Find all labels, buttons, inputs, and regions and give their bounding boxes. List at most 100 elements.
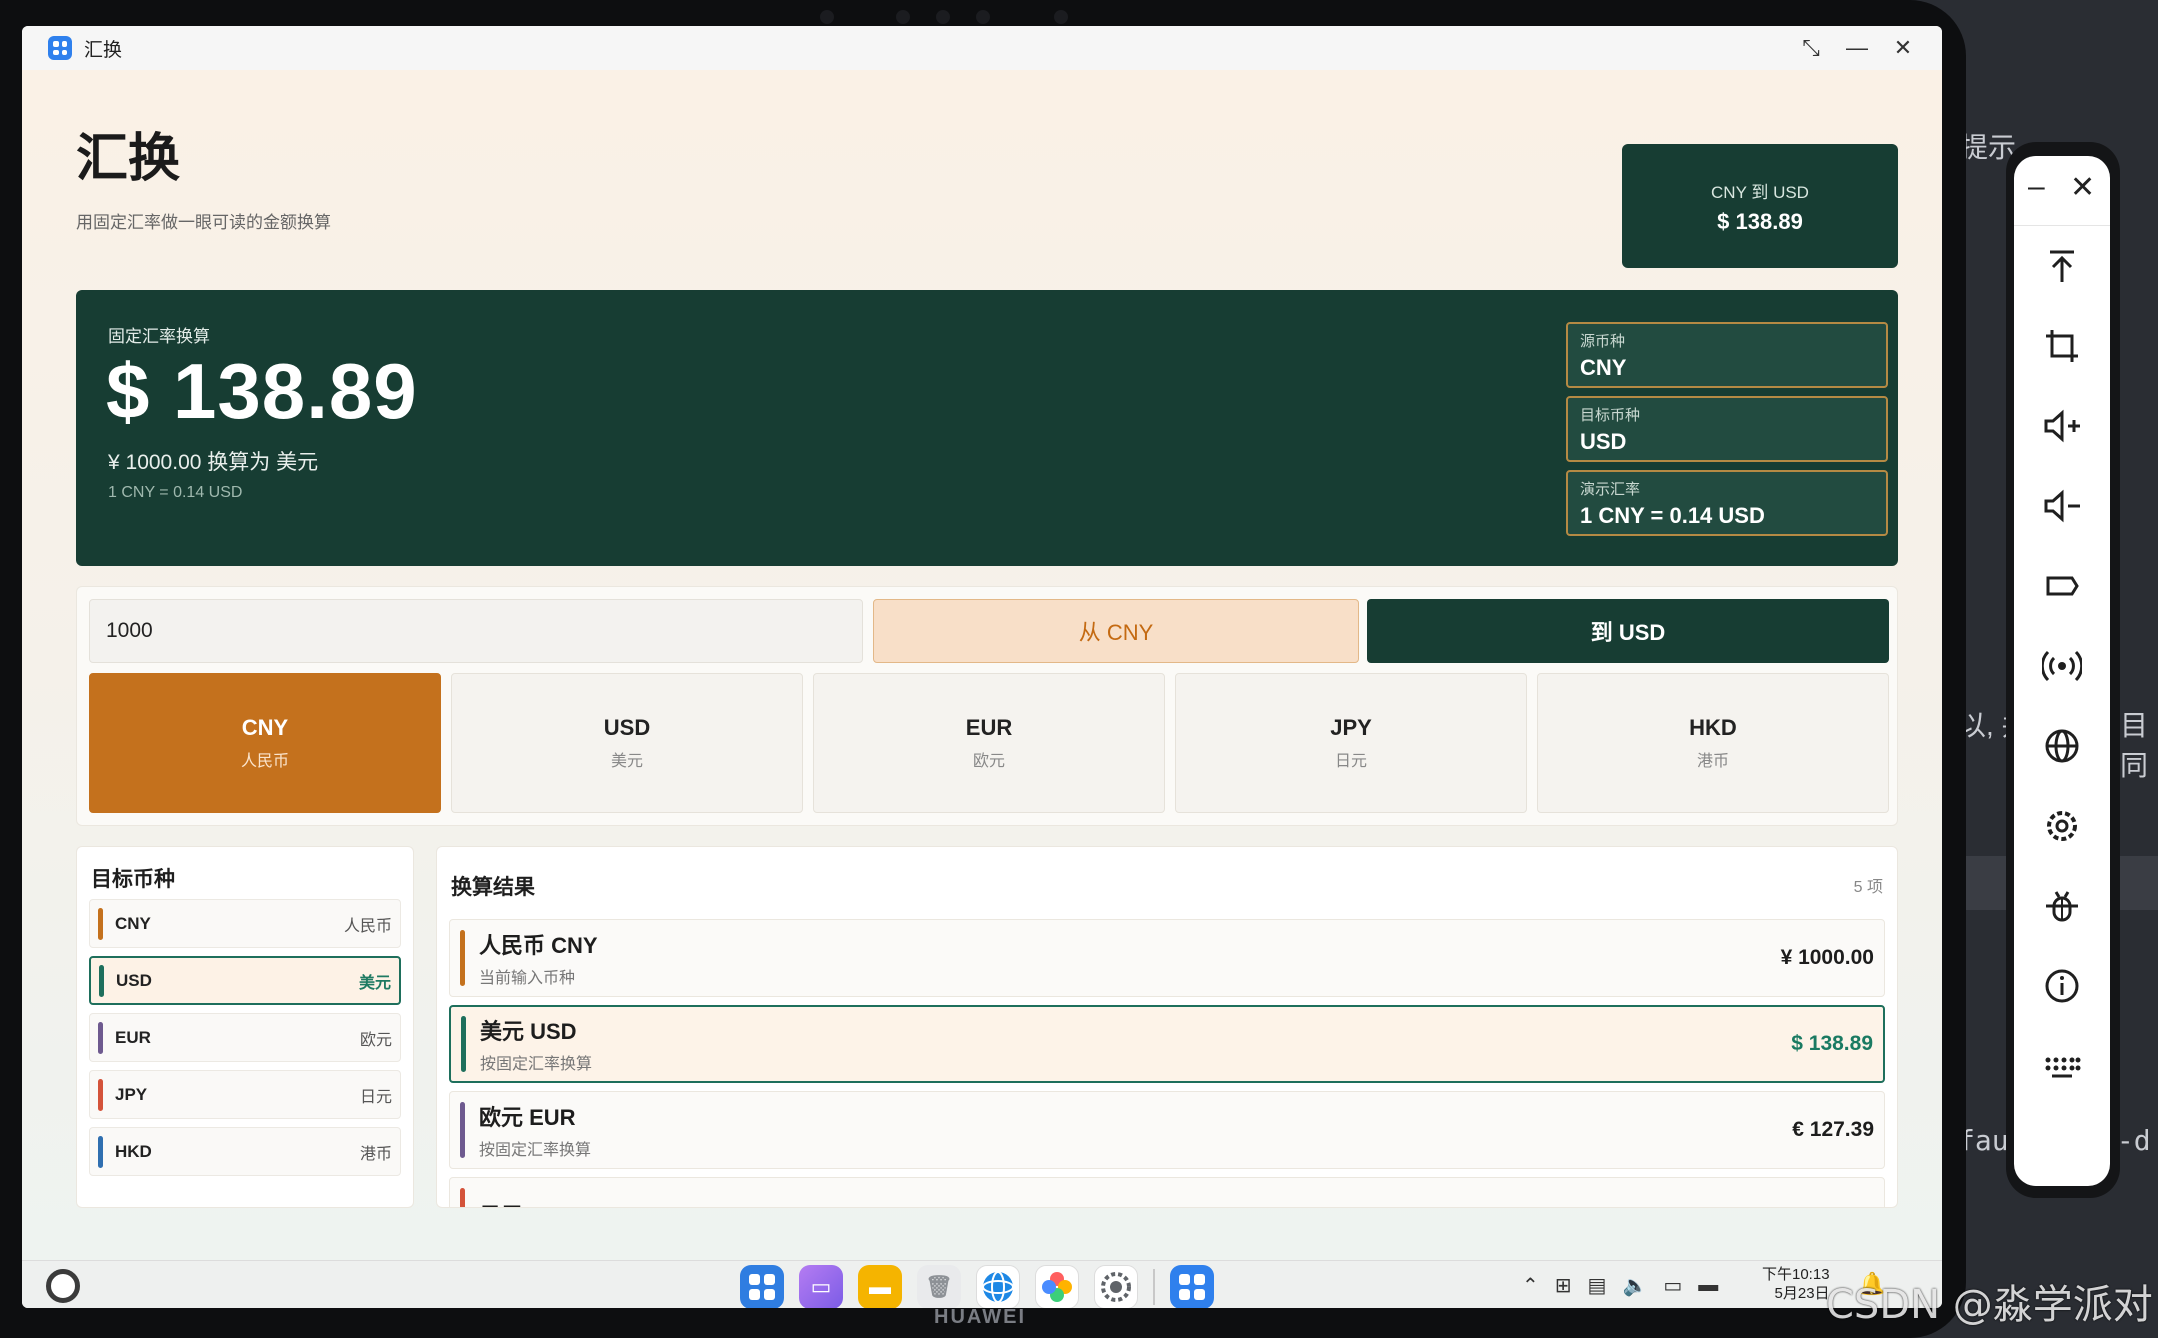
currency-tile-eur[interactable]: EUR 欧元	[813, 673, 1165, 813]
target-name: 美元	[358, 974, 391, 992]
camera-dot	[976, 10, 990, 24]
result-row-eur[interactable]: 欧元 EUR 按固定汇率换算 € 127.39	[449, 1091, 1885, 1169]
minimize-icon[interactable]: –	[2028, 170, 2045, 204]
tool-panel-header: – ✕	[2014, 156, 2110, 226]
minimize-icon[interactable]: —	[1846, 35, 1868, 61]
app-content: 汇换 用固定汇率做一眼可读的金额换算 CNY 到 USD $ 138.89 固定…	[22, 70, 1942, 1260]
window-titlebar: 汇换 ⤡ — ✕	[22, 26, 1942, 70]
keyboard-icon[interactable]	[2036, 1040, 2088, 1092]
display-icon[interactable]: ▭	[1663, 1273, 1682, 1298]
result-text: 欧元 EUR 按固定汇率换算	[479, 1100, 1792, 1160]
currency-name: 日元	[1334, 753, 1367, 770]
volume-down-icon[interactable]	[2036, 480, 2088, 532]
result-value: ¥ 1000.00	[1780, 946, 1874, 969]
settings-icon[interactable]	[1094, 1265, 1138, 1308]
currency-code: USD	[603, 715, 651, 740]
volume-up-icon[interactable]	[2036, 400, 2088, 452]
browser-icon[interactable]	[976, 1265, 1020, 1308]
demo-rate-info: 演示汇率 1 CNY = 0.14 USD	[1566, 470, 1888, 536]
dock-separator	[1153, 1269, 1155, 1305]
to-currency-button[interactable]: 到 USD	[1367, 599, 1889, 663]
target-name: 人民币	[343, 917, 392, 935]
info-label: 演示汇率	[1580, 480, 1641, 498]
result-row-jpy[interactable]: 日元 JPY	[449, 1177, 1885, 1207]
huihuan-app-icon[interactable]	[1170, 1265, 1214, 1308]
tablet-screen: 汇换 ⤡ — ✕ 汇换 用固定汇率做一眼可读的金额换算 CNY 到 USD $ …	[22, 26, 1942, 1308]
info-label: 目标币种	[1580, 406, 1641, 424]
close-icon[interactable]: ✕	[2070, 170, 2095, 205]
currency-tile-hkd[interactable]: HKD 港币	[1537, 673, 1889, 813]
summary-card: CNY 到 USD $ 138.89	[1622, 144, 1898, 268]
clipboard-icon[interactable]: ▤	[1588, 1273, 1607, 1298]
currency-tile-cny[interactable]: CNY 人民币	[89, 673, 441, 813]
summary-label: CNY 到 USD	[1711, 182, 1809, 202]
target-item-usd[interactable]: USD 美元	[89, 956, 401, 1005]
chevron-up-icon[interactable]: ⌃	[1522, 1273, 1539, 1298]
battery-icon[interactable]: ▬	[1698, 1274, 1718, 1297]
currency-name: 美元	[610, 753, 643, 770]
currency-tile-jpy[interactable]: JPY 日元	[1175, 673, 1527, 813]
result-text: 人民币 CNY 当前输入币种	[479, 928, 1781, 988]
taskbar: ▭ ▬ 🗑 ⌃ ⊞ ▤ 🔈 ▭ ▬ 下午10:13 5月23日 🔔	[22, 1260, 1942, 1308]
info-icon[interactable]	[2036, 960, 2088, 1012]
hero-rate: 1 CNY = 0.14 USD	[108, 484, 243, 501]
gear-icon[interactable]	[2036, 800, 2088, 852]
result-value: € 127.39	[1792, 1118, 1874, 1141]
dock: ▭ ▬ 🗑	[740, 1263, 1214, 1308]
broadcast-icon[interactable]	[2036, 640, 2088, 692]
target-code: CNY	[115, 913, 151, 933]
color-bar	[461, 1016, 466, 1072]
trash-icon[interactable]: 🗑	[917, 1265, 961, 1308]
result-name: 人民币 CNY	[479, 933, 598, 958]
input-method-icon[interactable]: ⊞	[1555, 1273, 1572, 1298]
system-tray: ⌃ ⊞ ▤ 🔈 ▭ ▬	[1522, 1261, 1718, 1308]
notes-icon[interactable]: ▬	[858, 1265, 902, 1308]
target-item-jpy[interactable]: JPY 日元	[89, 1070, 401, 1119]
app-center-icon[interactable]	[740, 1265, 784, 1308]
amount-input[interactable]	[89, 599, 863, 663]
result-row-cny[interactable]: 人民币 CNY 当前输入币种 ¥ 1000.00	[449, 919, 1885, 997]
info-value: 1 CNY = 0.14 USD	[1580, 502, 1765, 528]
crop-icon[interactable]	[2036, 320, 2088, 372]
start-button[interactable]	[46, 1269, 80, 1303]
gallery-icon[interactable]	[1035, 1265, 1079, 1308]
target-name: 日元	[359, 1088, 392, 1106]
hero-label: 固定汇率换算	[108, 327, 210, 346]
result-note: 按固定汇率换算	[480, 1056, 593, 1073]
currency-code: EUR	[965, 715, 1013, 740]
power-tag-icon[interactable]	[2036, 560, 2088, 612]
hero-description: ¥ 1000.00 换算为 美元	[108, 451, 319, 474]
app-icon	[48, 36, 72, 60]
target-item-cny[interactable]: CNY 人民币	[89, 899, 401, 948]
result-value: $ 138.89	[1791, 1032, 1873, 1055]
result-note: 当前输入币种	[479, 970, 576, 987]
multi-window-icon[interactable]: ▭	[799, 1265, 843, 1308]
info-value: USD	[1580, 428, 1627, 454]
pin-top-icon[interactable]	[2036, 240, 2088, 292]
target-currency-panel: 目标币种 CNY 人民币 USD 美元 EUR 欧元 JPY 日元 HKD 港币	[76, 846, 414, 1208]
window-controls: ⤡ — ✕	[1800, 26, 1914, 70]
target-item-hkd[interactable]: HKD 港币	[89, 1127, 401, 1176]
target-item-eur[interactable]: EUR 欧元	[89, 1013, 401, 1062]
close-icon[interactable]: ✕	[1892, 35, 1914, 61]
bug-icon[interactable]	[2036, 880, 2088, 932]
result-note: 按固定汇率换算	[479, 1142, 592, 1159]
volume-icon[interactable]: 🔈	[1622, 1273, 1647, 1298]
result-row-usd[interactable]: 美元 USD 按固定汇率换算 $ 138.89	[449, 1005, 1885, 1083]
desktop-text-fragment: 目同	[2120, 710, 2149, 781]
color-bar	[99, 964, 104, 997]
target-code: EUR	[115, 1027, 151, 1047]
globe-icon[interactable]	[2036, 720, 2088, 772]
restore-icon[interactable]: ⤡	[1800, 35, 1822, 61]
tool-list	[2014, 240, 2110, 1092]
currency-tile-usd[interactable]: USD 美元	[451, 673, 803, 813]
window-title: 汇换	[84, 39, 123, 61]
color-bar	[98, 1078, 103, 1111]
results-panel[interactable]: 换算结果 5 项 人民币 CNY 当前输入币种 ¥ 1000.00 美元 USD…	[436, 846, 1898, 1208]
currency-name: 欧元	[972, 753, 1005, 770]
from-currency-button[interactable]: 从 CNY	[873, 599, 1359, 663]
page-subtitle: 用固定汇率做一眼可读的金额换算	[76, 213, 331, 232]
currency-code: HKD	[1689, 715, 1737, 740]
clock[interactable]: 下午10:13 5月23日	[1762, 1265, 1830, 1303]
result-name: 欧元 EUR	[479, 1105, 576, 1130]
